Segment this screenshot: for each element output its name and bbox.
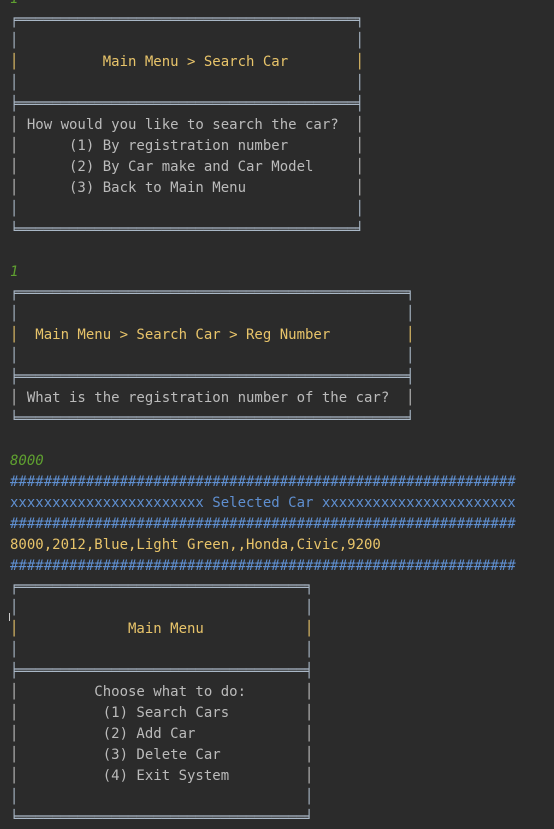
console-line-box: ╘══════════════════════════════════╛ (10, 810, 314, 826)
console-line-text: │ (4) Exit System │ (10, 768, 314, 784)
console-line-box: ╘═══════════════════════════════════════… (10, 222, 365, 238)
text-cursor[interactable] (9, 613, 10, 621)
console-line-input: 1 (10, 264, 19, 280)
console-line-text (10, 430, 516, 451)
console-line-box: ╒═══════════════════════════════════════… (10, 12, 365, 28)
console-line-box: ╒═══════════════════════════════════════… (10, 285, 415, 301)
console-line-box: ╘═══════════════════════════════════════… (10, 411, 415, 427)
console-line-box: │ │ (10, 789, 314, 805)
console-line-text: │ (2) Add Car │ (10, 726, 314, 742)
console-line-box: │ │ (10, 600, 314, 616)
console-line-hash: ########################################… (10, 558, 516, 574)
console-line-box: │ │ (10, 75, 365, 91)
console-line-box: ╞══════════════════════════════════╡ (10, 663, 314, 679)
console-line-text: │ (1) Search Cars │ (10, 705, 314, 721)
console-line-box: │ │ (10, 33, 365, 49)
console-line-selected: xxxxxxxxxxxxxxxxxxxxxxx Selected Car xxx… (10, 495, 516, 511)
console-line-text: │ Choose what to do: │ (10, 684, 314, 700)
console-line-text: │ (2) By Car make and Car Model │ (10, 159, 365, 175)
console-line-result: 8000,2012,Blue,Light Green,,Honda,Civic,… (10, 537, 381, 553)
console-line-text: │ How would you like to search the car? … (10, 117, 365, 133)
console-line-input: 8000 (10, 453, 44, 469)
console-line-title: │ Main Menu > Search Car > Reg Number │ (10, 327, 415, 343)
console-line-text (10, 241, 516, 262)
console-line-box: │ │ (10, 201, 365, 217)
console-line-box: ╒══════════════════════════════════╕ (10, 579, 314, 595)
console-line-title: │ Main Menu │ (10, 621, 314, 637)
console-line-text: │ (3) Back to Main Menu │ (10, 180, 365, 196)
console-line-text: │ (3) Delete Car │ (10, 747, 314, 763)
console-line-title: │ Main Menu > Search Car │ (10, 54, 365, 70)
console-line-box: │ │ (10, 348, 415, 364)
console-line-box: │ │ (10, 306, 415, 322)
console-line-box: ╞═══════════════════════════════════════… (10, 369, 415, 385)
console-line-box: ╞═══════════════════════════════════════… (10, 96, 365, 112)
console-line-text: │ (1) By registration number │ (10, 138, 365, 154)
console-line-hash: ########################################… (10, 474, 516, 490)
console-line-text: │ What is the registration number of the… (10, 390, 415, 406)
console-output: 1 ╒══════════════════════════════════════… (10, 0, 516, 829)
console-line-hash: ########################################… (10, 516, 516, 532)
console-line-input: 1 (10, 0, 516, 10)
console-line-box: │ │ (10, 642, 314, 658)
